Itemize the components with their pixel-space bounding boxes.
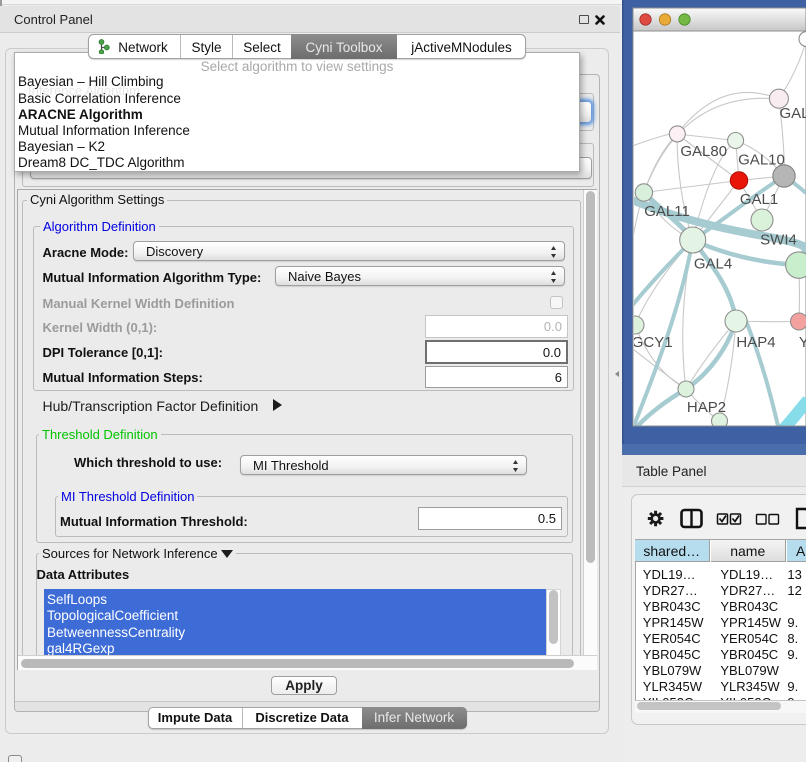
svg-text:GAL4: GAL4 <box>694 256 732 273</box>
svg-text:GAL10: GAL10 <box>738 152 785 169</box>
svg-text:SWI4: SWI4 <box>760 232 797 249</box>
svg-text:GAL1: GAL1 <box>740 191 778 208</box>
svg-text:GAL7: GAL7 <box>780 105 806 122</box>
svg-text:Y: Y <box>799 334 806 351</box>
svg-text:HAP2: HAP2 <box>687 399 726 416</box>
svg-text:GCY1: GCY1 <box>632 334 673 351</box>
svg-text:GAL80: GAL80 <box>680 143 727 160</box>
svg-text:GAL11: GAL11 <box>644 203 690 220</box>
svg-text:HAP4: HAP4 <box>736 334 775 351</box>
